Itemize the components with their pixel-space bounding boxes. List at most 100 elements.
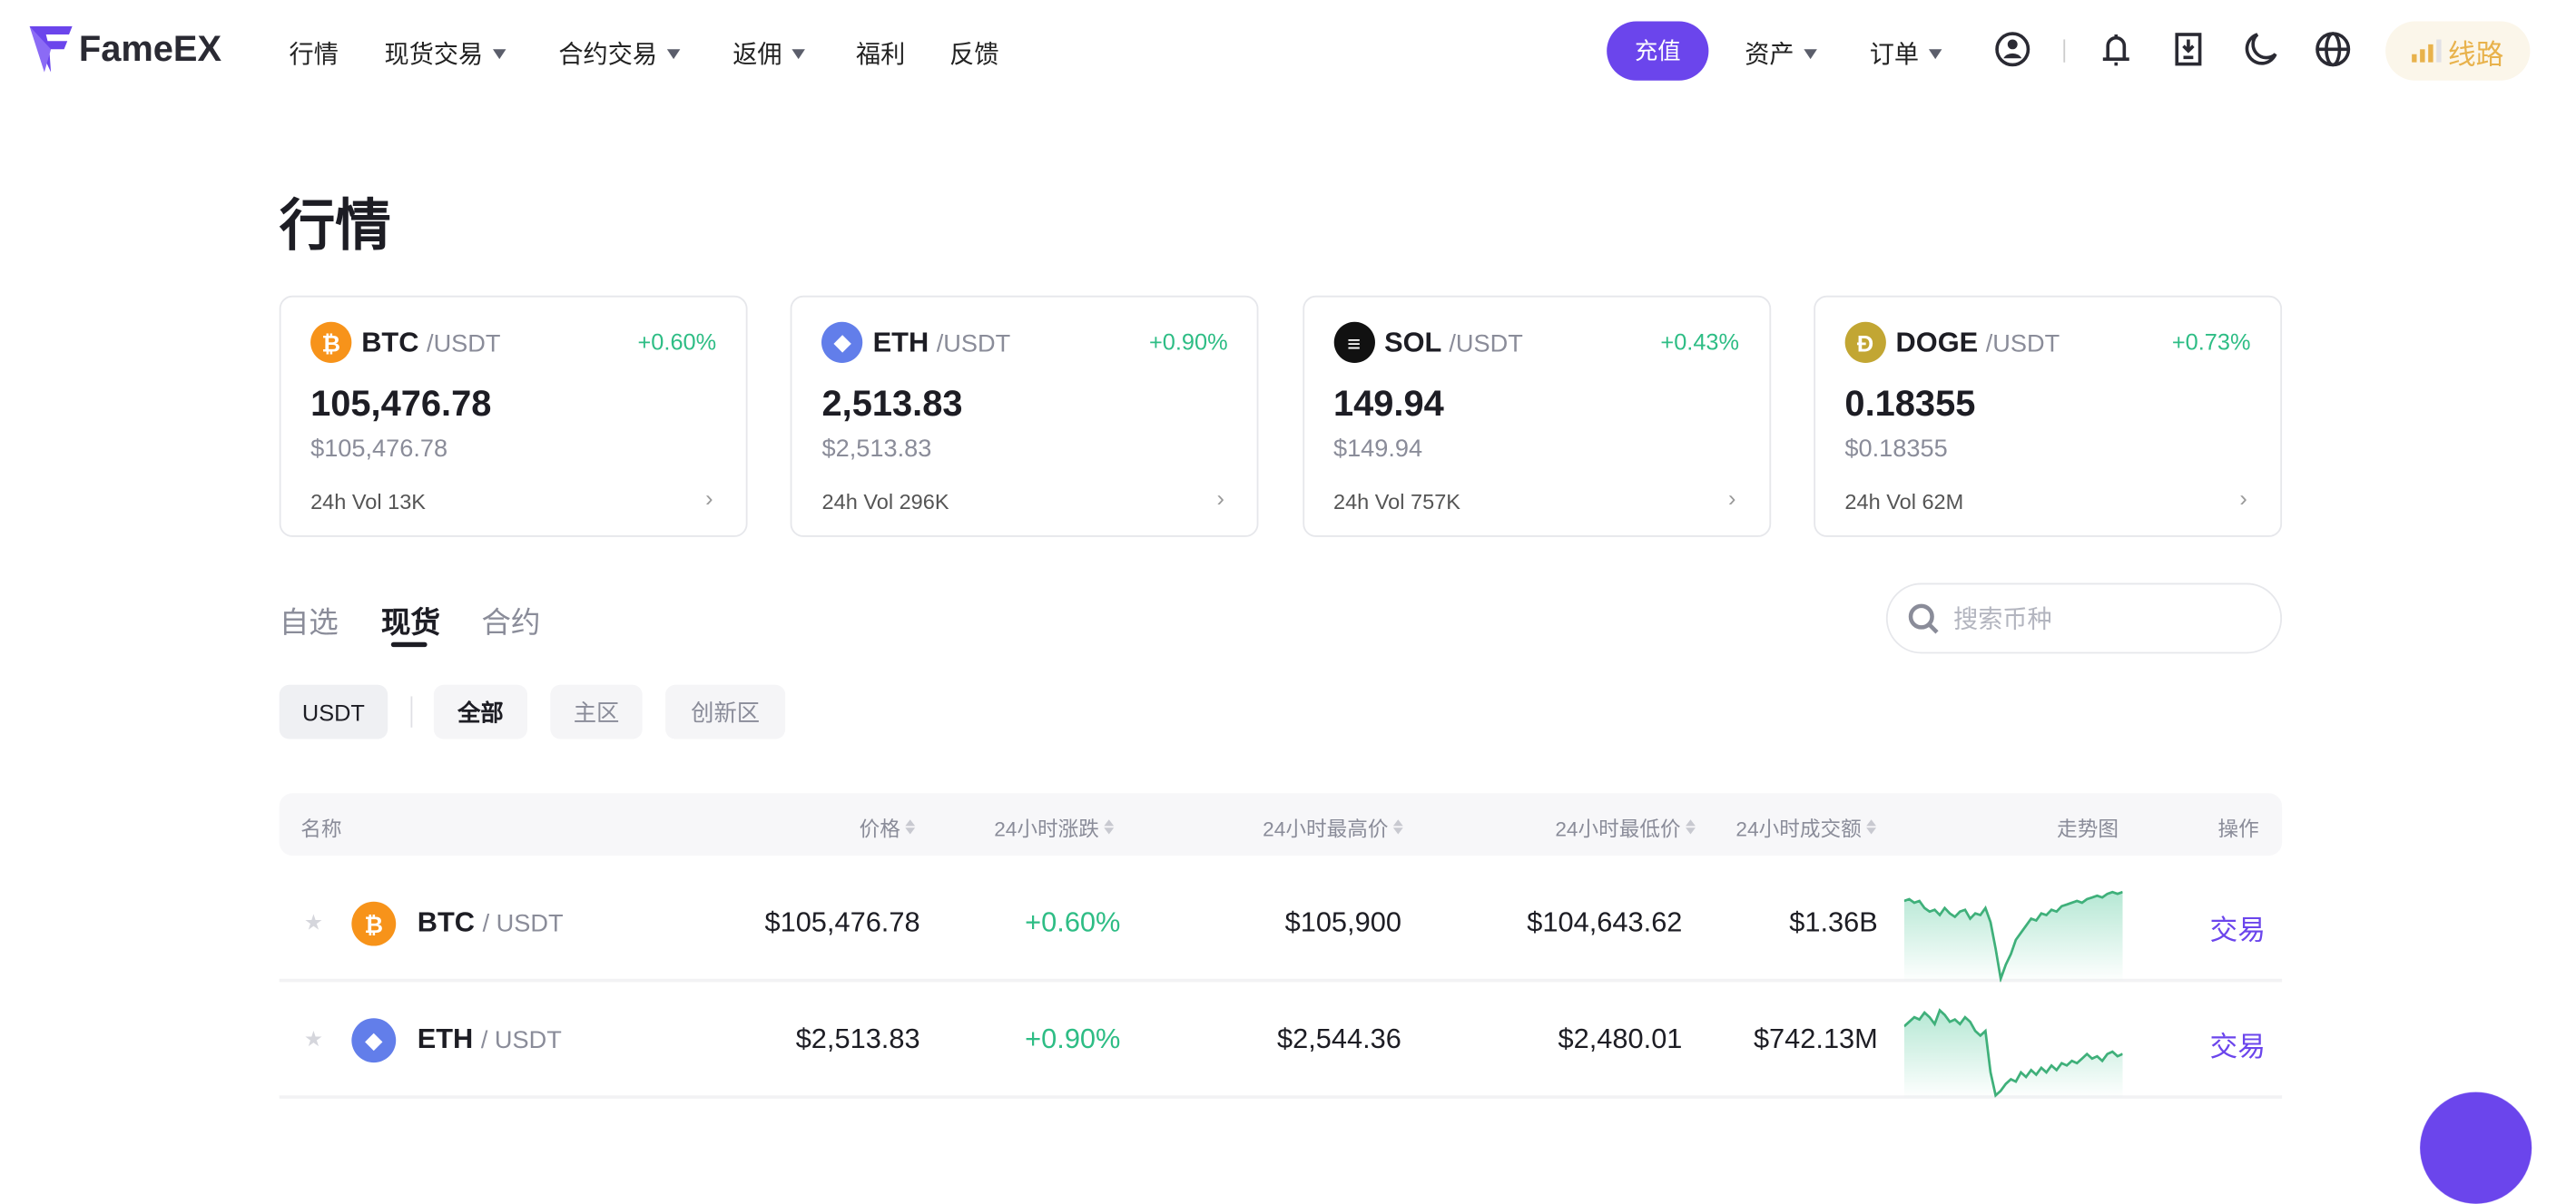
search-placeholder: 搜索币种 <box>1953 605 2052 634</box>
download-app-icon[interactable] <box>2170 31 2207 67</box>
assets-label: 资产 <box>1745 41 1794 70</box>
table-row[interactable]: ★ ◆ ETH / USDT $2,513.83 +0.90% $2,544.3… <box>279 981 2283 1099</box>
chevron-down-icon <box>493 48 506 59</box>
filter-all[interactable]: 全部 <box>433 684 528 739</box>
header-turnover-label: 24小时成交额 <box>1735 817 1862 841</box>
coin-icon: ◆ <box>821 321 863 364</box>
tab-2[interactable]: 合约 <box>481 600 540 642</box>
cell-high: $2,544.36 <box>1277 1023 1401 1055</box>
card-volume: 24h Vol 296K <box>821 489 949 514</box>
card-change: +0.73% <box>2171 328 2251 355</box>
header-high-label: 24小时最高价 <box>1263 817 1389 841</box>
nav-item-2[interactable]: 合约交易 <box>558 36 681 71</box>
header-low-label: 24小时最低价 <box>1555 817 1681 841</box>
sparkline-area <box>1903 892 2123 983</box>
chevron-down-icon <box>1804 48 1817 59</box>
sort-icon <box>1866 819 1877 835</box>
coin-icon: ≡ <box>1332 321 1375 364</box>
table-row[interactable]: ★ ₿ BTC / USDT $105,476.78 +0.60% $105,9… <box>279 864 2283 983</box>
chat-button[interactable] <box>2420 1091 2532 1204</box>
nav-item-1[interactable]: 现货交易 <box>385 36 506 71</box>
card-symbol: BTC /USDT <box>361 327 500 359</box>
header-high[interactable]: 24小时最高价 <box>1263 811 1403 842</box>
nav-item-4[interactable]: 福利 <box>856 36 905 71</box>
filter-main[interactable]: 主区 <box>550 684 643 739</box>
pair-name: ETH / USDT <box>418 1023 562 1056</box>
nav-label: 合约交易 <box>558 41 658 70</box>
favorite-star-icon[interactable]: ★ <box>304 910 323 936</box>
cell-low: $104,643.62 <box>1527 906 1683 938</box>
card-usd-price: $2,513.83 <box>821 435 932 464</box>
deposit-button[interactable]: 充值 <box>1607 21 1709 81</box>
pair-quote: / USDT <box>482 909 564 938</box>
card-base: ETH <box>872 327 929 358</box>
search-input[interactable]: 搜索币种 <box>1885 582 2283 654</box>
pair-quote: / USDT <box>480 1026 562 1055</box>
page-title: 行情 <box>279 195 391 259</box>
nav-item-0[interactable]: 行情 <box>290 36 339 71</box>
ticker-card-btc[interactable]: ₿ BTC /USDT +0.60% 105,476.78 $105,476.7… <box>279 295 748 537</box>
cell-price: $2,513.83 <box>795 1023 920 1055</box>
filter-innovation[interactable]: 创新区 <box>665 684 786 739</box>
nav-label: 反馈 <box>949 41 999 70</box>
ticker-card-doge[interactable]: Ð DOGE /USDT +0.73% 0.18355 $0.18355 24h… <box>1814 295 2282 537</box>
header-name: 名称 <box>300 817 342 841</box>
cell-turnover: $742.13M <box>1753 1023 1878 1055</box>
card-usd-price: $0.18355 <box>1844 435 1948 464</box>
nav-label: 返佣 <box>732 41 782 70</box>
chevron-down-icon <box>791 48 805 59</box>
card-change: +0.43% <box>1660 328 1740 355</box>
trade-link[interactable]: 交易 <box>2209 906 2266 947</box>
coin-icon: Ð <box>1844 321 1886 364</box>
nav-item-5[interactable]: 反馈 <box>949 36 998 71</box>
trend-sparkline <box>1903 890 2123 983</box>
tab-1[interactable]: 现货 <box>381 600 440 642</box>
bell-icon[interactable] <box>2098 31 2134 67</box>
favorite-star-icon[interactable]: ★ <box>304 1026 323 1052</box>
card-symbol: DOGE /USDT <box>1896 327 2060 359</box>
assets-menu[interactable]: 资产 <box>1745 36 1817 71</box>
route-label: 线路 <box>2447 38 2504 70</box>
card-volume: 24h Vol 62M <box>1844 489 1964 514</box>
ticker-card-sol[interactable]: ≡ SOL /USDT +0.43% 149.94 $149.94 24h Vo… <box>1302 295 1771 537</box>
card-symbol: SOL /USDT <box>1384 327 1523 359</box>
nav-label: 行情 <box>289 41 339 70</box>
user-icon[interactable] <box>1994 31 2030 67</box>
card-price: 0.18355 <box>1844 382 1976 424</box>
sparkline-area <box>1903 1010 2123 1099</box>
card-quote: /USDT <box>427 329 501 358</box>
card-symbol: ETH /USDT <box>873 327 1011 359</box>
coin-icon: ₿ <box>310 321 352 364</box>
moon-icon[interactable] <box>2243 31 2279 67</box>
card-base: SOL <box>1384 327 1441 358</box>
cell-turnover: $1.36B <box>1789 906 1878 938</box>
card-change: +0.90% <box>1148 328 1228 355</box>
globe-icon[interactable] <box>2315 31 2351 67</box>
tab-active-underline <box>390 641 428 648</box>
trade-link[interactable]: 交易 <box>2209 1023 2266 1064</box>
divider <box>410 696 413 728</box>
header-change[interactable]: 24小时涨跌 <box>994 811 1115 842</box>
header-price[interactable]: 价格 <box>860 811 916 842</box>
logo[interactable]: FameEX <box>29 25 221 73</box>
ticker-card-eth[interactable]: ◆ ETH /USDT +0.90% 2,513.83 $2,513.83 24… <box>791 295 1259 537</box>
chevron-right-icon: › <box>1727 484 1736 511</box>
header-low[interactable]: 24小时最低价 <box>1555 811 1696 842</box>
pair-base: ETH <box>417 1023 474 1055</box>
nav-label: 现货交易 <box>384 41 484 70</box>
header-turnover[interactable]: 24小时成交额 <box>1735 811 1877 842</box>
card-volume: 24h Vol 13K <box>310 489 427 514</box>
nav-item-3[interactable]: 返佣 <box>732 36 805 71</box>
orders-menu[interactable]: 订单 <box>1870 36 1942 71</box>
header-action: 操作 <box>2217 817 2259 841</box>
page: FameEX 行情 现货交易 合约交易 返佣 福利 反馈 充值 资产 订单 线路 行情 ₿… <box>0 0 2576 1204</box>
tab-0[interactable]: 自选 <box>280 600 339 642</box>
chevron-down-icon <box>666 48 681 59</box>
chevron-down-icon <box>1928 48 1942 59</box>
route-button[interactable]: 线路 <box>2385 21 2531 81</box>
filter-usdt[interactable]: USDT <box>279 684 388 739</box>
chevron-right-icon: › <box>705 484 713 511</box>
pair-base: BTC <box>417 906 476 938</box>
cell-low: $2,480.01 <box>1558 1023 1683 1055</box>
card-usd-price: $105,476.78 <box>310 435 448 464</box>
